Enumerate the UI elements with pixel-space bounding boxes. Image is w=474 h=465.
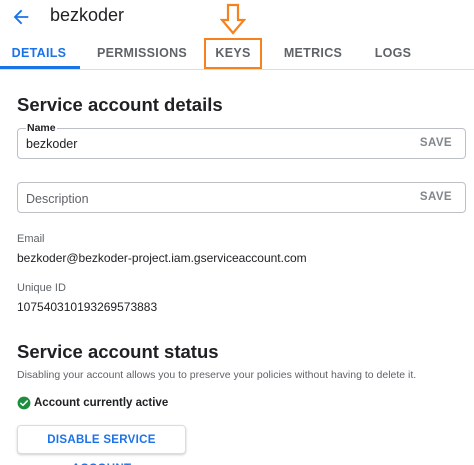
unique-id-value: 107540310193269573883 xyxy=(17,300,158,314)
description-field[interactable]: Description SAVE xyxy=(17,182,466,213)
name-field-value[interactable]: bezkoder xyxy=(26,137,77,151)
page-title: bezkoder xyxy=(50,5,125,25)
tab-logs[interactable]: LOGS xyxy=(366,34,420,70)
tab-metrics[interactable]: METRICS xyxy=(278,34,348,70)
description-placeholder[interactable]: Description xyxy=(26,192,89,206)
disable-service-account-button[interactable]: DISABLE SERVICE ACCOUNT xyxy=(17,425,186,465)
description-save-button[interactable]: SAVE xyxy=(420,191,452,203)
tab-permissions[interactable]: PERMISSIONS xyxy=(96,34,188,70)
check-circle-icon xyxy=(17,396,31,410)
status-description: Disabling your account allows you to pre… xyxy=(17,369,417,381)
status-heading: Service account status xyxy=(17,341,219,362)
details-heading: Service account details xyxy=(17,94,223,115)
name-field-label: Name xyxy=(26,122,57,134)
active-tab-indicator xyxy=(0,66,80,69)
tab-details[interactable]: DETAILS xyxy=(0,34,78,70)
email-label: Email xyxy=(17,233,45,245)
name-field[interactable]: Name bezkoder SAVE xyxy=(17,122,466,159)
name-save-button[interactable]: SAVE xyxy=(420,137,452,149)
unique-id-label: Unique ID xyxy=(17,282,66,294)
email-value: bezkoder@bezkoder-project.iam.gserviceac… xyxy=(17,251,307,265)
arrow-down-outline-icon xyxy=(219,3,247,35)
account-status-text: Account currently active xyxy=(34,397,169,409)
keys-tab-highlight xyxy=(204,38,262,69)
arrow-back-icon[interactable] xyxy=(10,6,32,28)
